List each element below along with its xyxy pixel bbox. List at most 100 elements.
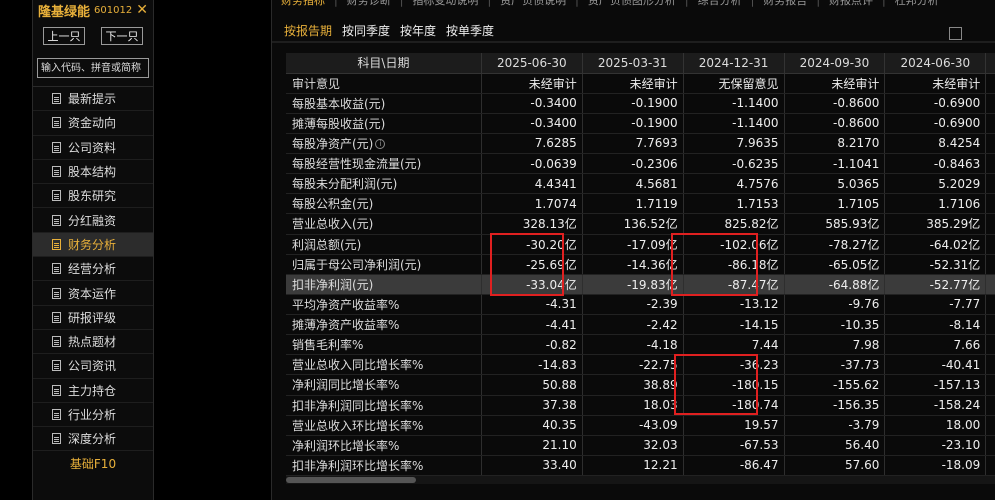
table-row[interactable]: 每股经营性现金流量(元) -0.0639 -0.2306 -0.6235 -1.1041… (286, 153, 995, 175)
value-cell: -9.76 (784, 294, 886, 316)
row-label-cell: 每股净资产(元) i (286, 133, 482, 155)
value-cell: -180.74 (683, 395, 785, 416)
table-row[interactable]: 摊薄每股收益(元) -0.3400 -0.1900 -1.1400 -0.8600 -0.… (286, 113, 995, 134)
row-label-cell: 摊薄每股收益(元) (286, 113, 482, 134)
table-row[interactable]: 归属于母公司净利润(元) -25.69亿 -14.36亿 -86.18亿 -65.05亿… (286, 254, 995, 275)
header-date[interactable]: 2024-09-30 (784, 53, 886, 74)
menu-item[interactable]: 股本结构 (33, 160, 153, 185)
stock-nav: 上一只 下一只 (33, 20, 153, 45)
value-cell: 5.2029 (884, 173, 987, 195)
menu-item[interactable]: 热点题材 (33, 330, 153, 355)
header-date[interactable]: 2024-12-31 (683, 53, 785, 74)
header-date[interactable]: 2025-06-30 (481, 53, 583, 74)
table-row[interactable]: 净利润同比增长率% 50.88 38.89 -180.15 -155.62 -157.13… (286, 374, 995, 396)
value-cell: -86.18亿 (683, 254, 785, 275)
value-cell (985, 133, 995, 155)
close-icon[interactable]: ✕ (136, 2, 148, 18)
top-tab[interactable]: 杜邦分析 (886, 0, 948, 8)
next-stock-button[interactable]: 下一只 (101, 27, 143, 45)
value-cell: -158.24 (884, 395, 987, 416)
menu-item[interactable]: 研报评级 (33, 306, 153, 330)
row-label-cell: 扣非净利润(元) (286, 274, 482, 295)
table-row[interactable]: 营业总收入(元) 328.13亿 136.52亿 825.82亿 585.93亿 385.… (286, 213, 995, 235)
top-tab[interactable]: 财务诊断 (338, 0, 400, 8)
left-edge-strip (0, 0, 32, 500)
value-cell: -87.47亿 (683, 274, 785, 295)
top-tab[interactable]: 财报点评 (820, 0, 882, 8)
value-cell: 136.52亿 (582, 213, 684, 235)
menu-item[interactable]: 主力持仓 (33, 379, 153, 403)
prev-stock-button[interactable]: 上一只 (43, 27, 85, 45)
table-row[interactable]: 摊薄净资产收益率% -4.41 -2.42 -14.15 -10.35 -8.14 (286, 314, 995, 336)
table-row[interactable]: 销售毛利率% -0.82 -4.18 7.44 7.98 7.66 (286, 334, 995, 356)
menu-item[interactable]: 行业分析 (33, 403, 153, 428)
menu-item[interactable]: 财务分析 (33, 232, 153, 258)
value-cell: 1.7106 (884, 193, 987, 215)
header-date[interactable]: 2024-0 (985, 53, 995, 74)
top-tab[interactable]: 财务指标 (272, 0, 334, 8)
row-label: 每股经营性现金流量(元) (292, 157, 422, 172)
scrollbar-thumb[interactable] (286, 477, 416, 483)
menu-item[interactable]: 资本运作 (33, 281, 153, 306)
period-tab[interactable]: 按同季度 (342, 22, 390, 42)
row-label: 平均净资产收益率% (292, 297, 400, 312)
table-row[interactable]: 扣非净利润环比增长率% 33.40 12.21 -86.47 57.60 -18.09 (286, 455, 995, 477)
table-row[interactable]: 扣非净利润(元) -33.04亿 -19.83亿 -87.47亿 -64.88亿 -52.… (286, 274, 995, 295)
menu-item-label: 热点题材 (68, 335, 117, 350)
header-item-date[interactable]: 科目\日期 (286, 53, 482, 74)
row-label-cell: 平均净资产收益率% (286, 294, 482, 316)
row-label: 归属于母公司净利润(元) (292, 257, 422, 272)
table-row[interactable]: 平均净资产收益率% -4.31 -2.39 -13.12 -9.76 -7.77 (286, 294, 995, 316)
divider (272, 41, 995, 43)
row-label: 扣非净利润(元) (292, 277, 374, 292)
menu-item-label: 主力持仓 (68, 383, 117, 398)
value-cell: -14.83 (481, 354, 583, 376)
menu-item[interactable]: 分红融资 (33, 208, 153, 233)
table-row[interactable]: 每股基本收益(元) -0.3400 -0.1900 -1.1400 -0.8600 -0.… (286, 93, 995, 114)
top-tab[interactable]: 指标变动说明 (403, 0, 487, 8)
top-tab[interactable]: 财务报告 (754, 0, 816, 8)
table-row[interactable]: 审计意见未经审计未经审计无保留意见未经审计未经审计未 (286, 73, 995, 94)
horizontal-scrollbar[interactable] (286, 476, 995, 484)
value-cell: -30.20亿 (481, 234, 583, 255)
value-cell: 7.66 (884, 334, 987, 356)
table-row[interactable]: 净利润环比增长率% 21.10 32.03 -67.53 56.40 -23.10 (286, 435, 995, 456)
menu-item[interactable]: 资金动向 (33, 111, 153, 136)
menu-item[interactable]: 股东研究 (33, 184, 153, 209)
menu-item[interactable]: 公司资料 (33, 136, 153, 160)
top-tab[interactable]: 资产负债说明 (491, 0, 575, 8)
top-tab[interactable]: 综合分析 (689, 0, 751, 8)
table-row[interactable]: 利润总额(元) -30.20亿 -17.09亿 -102.06亿 -78.27亿 -64.… (286, 234, 995, 255)
menu-item-label: 公司资讯 (68, 359, 117, 374)
header-date[interactable]: 2024-06-30 (884, 53, 987, 74)
table-row[interactable]: 每股公积金(元) 1.7074 1.7119 1.7153 1.7105 1.7106 (286, 193, 995, 215)
table-row[interactable]: 扣非净利润同比增长率% 37.38 18.03 -180.74 -156.35 -158.… (286, 395, 995, 416)
table-header-row: 科目\日期 2025-06-30 2025-03-31 2024-12-31 2024-… (286, 53, 995, 74)
menu-item[interactable]: 最新提示 (33, 87, 153, 112)
stock-search-input[interactable] (37, 58, 149, 78)
document-icon (52, 190, 61, 202)
value-cell: -0.82 (481, 334, 583, 356)
table-row[interactable]: 营业总收入同比增长率% -14.83 -22.75 -36.23 -37.73 -40.4… (286, 354, 995, 376)
option-checkbox[interactable] (949, 27, 962, 40)
info-icon[interactable]: i (375, 139, 386, 150)
header-date[interactable]: 2025-03-31 (582, 53, 684, 74)
value-cell: 32.03 (582, 435, 684, 456)
base-f10-link[interactable]: 基础F10 (33, 451, 153, 475)
period-tab[interactable]: 按年度 (400, 22, 436, 42)
value-cell: -157.13 (884, 374, 987, 396)
period-tab[interactable]: 按单季度 (446, 22, 494, 42)
value-cell: -0.8600 (784, 113, 886, 134)
row-label: 扣非净利润同比增长率% (292, 398, 424, 413)
menu-item[interactable]: 经营分析 (33, 257, 153, 282)
document-icon (52, 409, 61, 420)
table-row[interactable]: 每股未分配利润(元) 4.4341 4.5681 4.7576 5.0365 5.2029 (286, 173, 995, 195)
row-label-cell: 每股公积金(元) (286, 193, 482, 215)
table-row[interactable]: 每股净资产(元) i 7.6285 7.7693 7.9635 8.2170 8.4254 (286, 133, 995, 155)
menu-item[interactable]: 公司资讯 (33, 354, 153, 379)
menu-item[interactable]: 深度分析 (33, 427, 153, 452)
period-tab[interactable]: 按报告期 (284, 22, 333, 42)
top-tab[interactable]: 资产负债图形分析 (579, 0, 685, 8)
row-label: 每股未分配利润(元) (292, 177, 398, 192)
table-row[interactable]: 营业总收入环比增长率% 40.35 -43.09 19.57 -3.79 18.00 (286, 415, 995, 436)
